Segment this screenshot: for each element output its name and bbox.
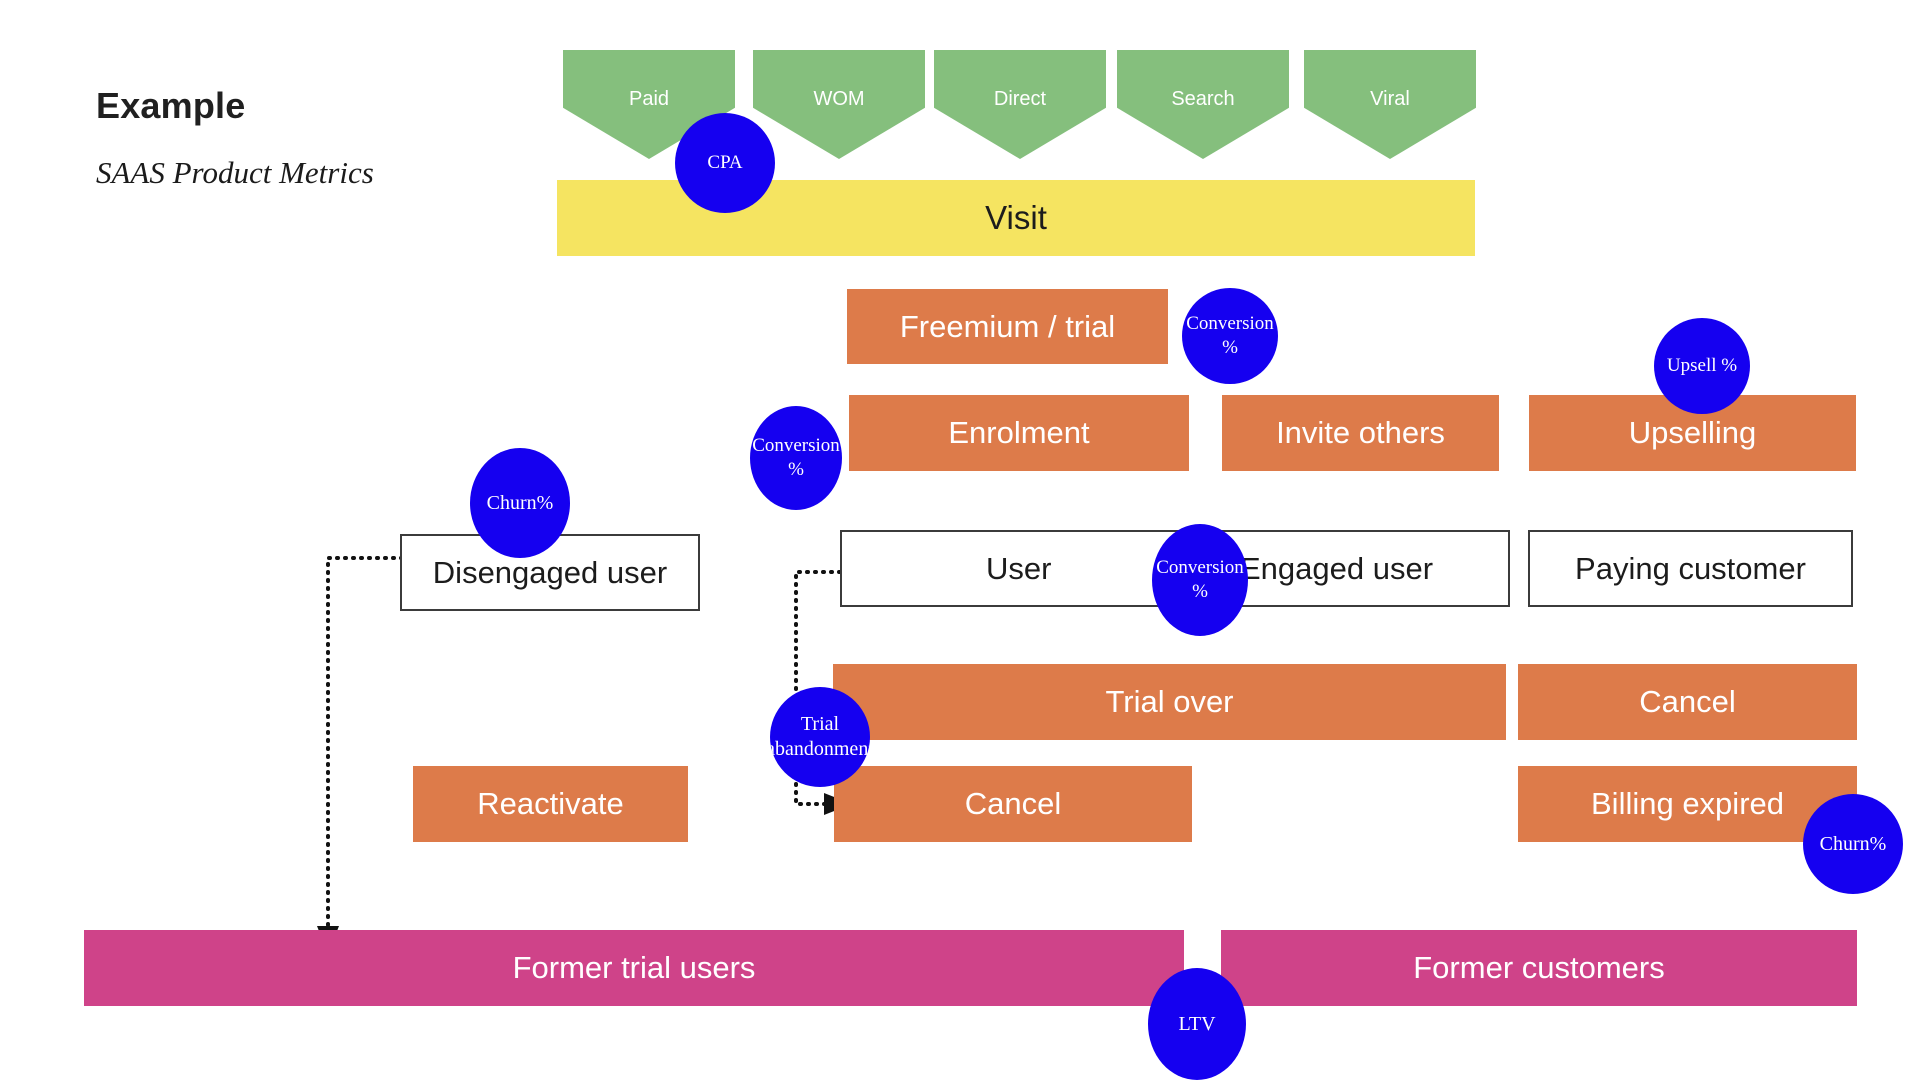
- action-trial-over[interactable]: Trial over: [833, 664, 1506, 740]
- metric-line-1: Upsell %: [1666, 355, 1738, 377]
- action-label: Billing expired: [1591, 786, 1784, 822]
- action-label: Cancel: [964, 786, 1062, 822]
- metric-line-1: Conversion: [1186, 313, 1274, 335]
- action-reactivate[interactable]: Reactivate: [413, 766, 688, 842]
- metric-line-1: LTV: [1178, 1012, 1216, 1035]
- funnel-label: WOM: [813, 88, 865, 110]
- stage-label: Invite others: [1276, 415, 1445, 451]
- state-label-engaged-user: Engaged user: [1240, 550, 1434, 586]
- metric-line-2: abandonment: [770, 738, 870, 760]
- metric-line-2: %: [1192, 581, 1208, 602]
- metric-churn-billing[interactable]: Churn%: [1803, 794, 1903, 894]
- funnel-label: Direct: [993, 88, 1047, 110]
- terminal-label: Former customers: [1413, 950, 1665, 986]
- metric-cpa[interactable]: CPA: [675, 113, 775, 213]
- metric-line-1: Conversion: [1156, 557, 1244, 579]
- heading-block: Example SAAS Product Metrics: [96, 86, 374, 190]
- metric-line-1: Conversion: [752, 435, 840, 457]
- stage-label: Enrolment: [948, 415, 1090, 451]
- metric-churn-disengaged[interactable]: Churn%: [470, 448, 570, 558]
- terminal-former-trial-users[interactable]: Former trial users: [84, 930, 1184, 1006]
- funnel-search[interactable]: Search: [1117, 50, 1289, 159]
- action-cancel-subscription[interactable]: Cancel: [1518, 664, 1857, 740]
- funnel-direct[interactable]: Direct: [934, 50, 1106, 159]
- stage-invite-others[interactable]: Invite others: [1222, 395, 1499, 471]
- funnel-label: Viral: [1370, 88, 1410, 110]
- metric-conversion-engaged[interactable]: Conversion %: [1152, 524, 1248, 636]
- diagram-canvas: Example SAAS Product Metrics Paid WOM Di…: [0, 0, 1920, 1080]
- terminal-label: Former trial users: [512, 950, 756, 986]
- state-label: Paying customer: [1575, 550, 1806, 586]
- stage-label: Freemium / trial: [899, 308, 1116, 344]
- metric-line-1: Churn%: [486, 491, 554, 514]
- page-subtitle: SAAS Product Metrics: [96, 154, 374, 190]
- metric-line-1: CPA: [707, 152, 743, 174]
- terminal-former-customers[interactable]: Former customers: [1221, 930, 1857, 1006]
- metric-line-1: Trial: [800, 713, 840, 735]
- action-label: Cancel: [1639, 684, 1736, 720]
- stage-enrolment[interactable]: Enrolment: [849, 395, 1189, 471]
- metric-line-2: %: [1222, 337, 1238, 358]
- metric-line-2: %: [788, 459, 804, 480]
- state-paying-customer[interactable]: Paying customer: [1528, 530, 1853, 607]
- stage-label: Visit: [985, 199, 1047, 237]
- connector-path: [326, 556, 412, 932]
- metric-ltv[interactable]: LTV: [1148, 968, 1246, 1080]
- action-label: Trial over: [1105, 684, 1234, 720]
- funnel-label: Search: [1171, 88, 1235, 110]
- stage-label: Upselling: [1628, 415, 1757, 451]
- metric-conversion-trial[interactable]: Conversion %: [1182, 288, 1278, 384]
- metric-upsell-percent[interactable]: Upsell %: [1654, 318, 1750, 414]
- funnel-viral[interactable]: Viral: [1304, 50, 1476, 159]
- metric-conversion-enrolment[interactable]: Conversion %: [750, 406, 842, 510]
- action-cancel-trial[interactable]: Cancel: [834, 766, 1192, 842]
- metric-line-1: Churn%: [1819, 832, 1887, 855]
- funnel-wom[interactable]: WOM: [753, 50, 925, 159]
- state-label-user: User: [986, 550, 1052, 586]
- stage-freemium-trial[interactable]: Freemium / trial: [847, 289, 1168, 364]
- action-label: Reactivate: [477, 786, 624, 822]
- metric-trial-abandonment[interactable]: Trial abandonment: [770, 687, 870, 787]
- funnel-label: Paid: [628, 88, 670, 110]
- state-label: Disengaged user: [432, 554, 668, 590]
- page-title: Example: [96, 85, 246, 126]
